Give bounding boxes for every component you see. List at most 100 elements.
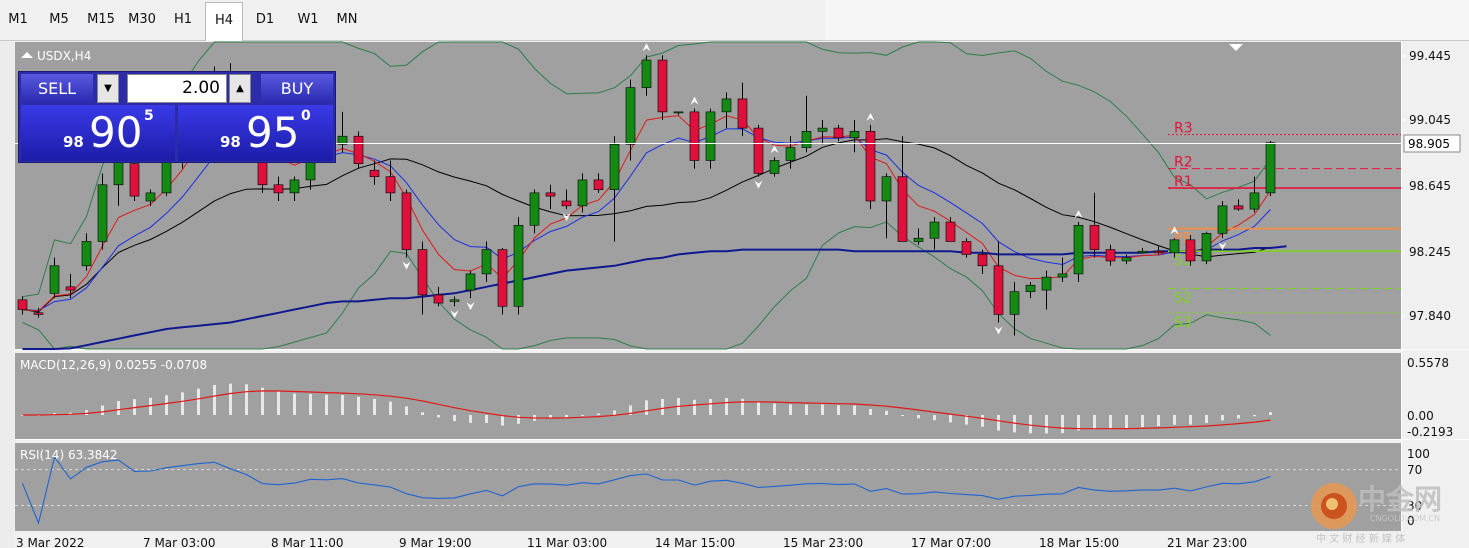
- candle-body: [865, 131, 876, 202]
- macd-bar: [325, 394, 328, 415]
- candle-body: [769, 160, 780, 174]
- macd-bar: [917, 415, 920, 419]
- candle-body: [1041, 276, 1052, 291]
- buy-button[interactable]: BUY: [261, 74, 333, 103]
- candle-body: [17, 299, 28, 310]
- macd-bar: [341, 395, 344, 415]
- rsi-pane[interactable]: [15, 443, 1401, 531]
- time-tick: 11 Mar 03:00: [527, 536, 607, 548]
- macd-bar: [309, 394, 312, 415]
- candle-body: [1201, 233, 1212, 262]
- macd-bar: [949, 415, 952, 423]
- candle-body: [801, 131, 812, 148]
- time-tick: 7 Mar 03:00: [143, 536, 216, 548]
- macd-bar: [1205, 415, 1208, 424]
- macd-bar: [869, 409, 872, 415]
- time-tick: 8 Mar 11:00: [271, 536, 344, 548]
- volume-up-button[interactable]: ▲: [229, 74, 251, 103]
- candle-body: [753, 127, 764, 174]
- macd-bar: [85, 410, 88, 415]
- candle-body: [497, 249, 508, 307]
- candle-body: [1105, 249, 1116, 262]
- macd-bar: [181, 392, 184, 415]
- sell-price-box[interactable]: 98 90 5: [21, 105, 175, 161]
- candle-body: [1169, 239, 1180, 254]
- candle-body: [465, 273, 476, 291]
- macd-bar: [997, 415, 1000, 431]
- watermark: 中金网 CNGOLD.COM.CN 中 文 财 经 新 媒 体: [1308, 478, 1468, 548]
- candle-body: [81, 241, 92, 267]
- macd-bar: [565, 415, 568, 418]
- rsi-tick: 100: [1407, 447, 1430, 461]
- candle-body: [897, 176, 908, 242]
- candle-body: [145, 192, 156, 202]
- price-tick: 97.840: [1409, 309, 1451, 323]
- watermark-logo-icon: [1311, 483, 1357, 529]
- candle-body: [641, 59, 652, 88]
- candle-body: [1137, 250, 1148, 254]
- macd-bar: [581, 414, 584, 416]
- macd-bar: [453, 415, 456, 422]
- rsi-label: RSI(14) 63.3842: [20, 448, 118, 462]
- candle-body: [785, 147, 796, 161]
- candle-body: [1265, 142, 1276, 194]
- sell-price-sup: 5: [144, 108, 154, 124]
- macd-bar: [901, 415, 904, 416]
- candle-body: [1089, 224, 1100, 250]
- time-tick: 15 Mar 23:00: [783, 536, 863, 548]
- macd-bar: [805, 404, 808, 415]
- volume-down-button[interactable]: ▼: [97, 74, 119, 103]
- candle-body: [369, 169, 380, 177]
- candle-body: [1249, 192, 1260, 210]
- candle-body: [113, 160, 124, 186]
- time-tick: 21 Mar 23:00: [1167, 536, 1247, 548]
- candle-body: [977, 254, 988, 267]
- candle-body: [353, 135, 364, 165]
- macd-bar: [1125, 415, 1128, 429]
- watermark-tagline: 中 文 财 经 新 媒 体: [1316, 534, 1406, 545]
- candle-body: [721, 98, 732, 113]
- macd-bar: [501, 415, 504, 426]
- macd-bar: [837, 405, 840, 415]
- volume-input[interactable]: 2.00: [127, 74, 227, 103]
- candle-body: [673, 111, 684, 114]
- macd-bar: [661, 398, 664, 415]
- candle-body: [737, 98, 748, 129]
- time-tick: 18 Mar 15:00: [1039, 536, 1119, 548]
- macd-bar: [981, 415, 984, 427]
- macd-bar: [933, 415, 936, 421]
- candle-body: [913, 237, 924, 242]
- candle-body: [1217, 205, 1228, 234]
- time-tick: 14 Mar 15:00: [655, 536, 735, 548]
- candle-body: [1025, 284, 1036, 293]
- candle-body: [433, 294, 444, 304]
- macd-bar: [597, 413, 600, 415]
- macd-tick: 0.5578: [1407, 356, 1449, 370]
- candle-body: [833, 127, 844, 139]
- price-tick: 99.045: [1409, 113, 1451, 127]
- candle-body: [705, 111, 716, 161]
- macd-bar: [613, 410, 616, 415]
- macd-bar: [1141, 415, 1144, 428]
- macd-bar: [645, 400, 648, 415]
- macd-bar: [1237, 415, 1240, 419]
- macd-bar: [373, 398, 376, 415]
- candle-body: [529, 192, 540, 226]
- macd-bar: [421, 412, 424, 415]
- buy-price-box[interactable]: 98 95 0: [178, 105, 333, 161]
- macd-bar: [1157, 415, 1160, 427]
- candle-body: [449, 299, 460, 302]
- pivot-label: R3: [1174, 121, 1193, 137]
- macd-bar: [853, 405, 856, 415]
- volume-value[interactable]: 2.00: [182, 75, 220, 102]
- macd-bar: [277, 391, 280, 415]
- candle-body: [401, 192, 412, 250]
- candle-body: [1153, 250, 1164, 254]
- macd-bar: [293, 393, 296, 415]
- candle-body: [289, 179, 300, 194]
- macd-bar: [773, 403, 776, 415]
- candle-body: [849, 131, 860, 139]
- candle-body: [945, 221, 956, 242]
- sell-button[interactable]: SELL: [21, 74, 93, 103]
- macd-label: MACD(12,26,9) 0.0255 -0.0708: [20, 358, 207, 372]
